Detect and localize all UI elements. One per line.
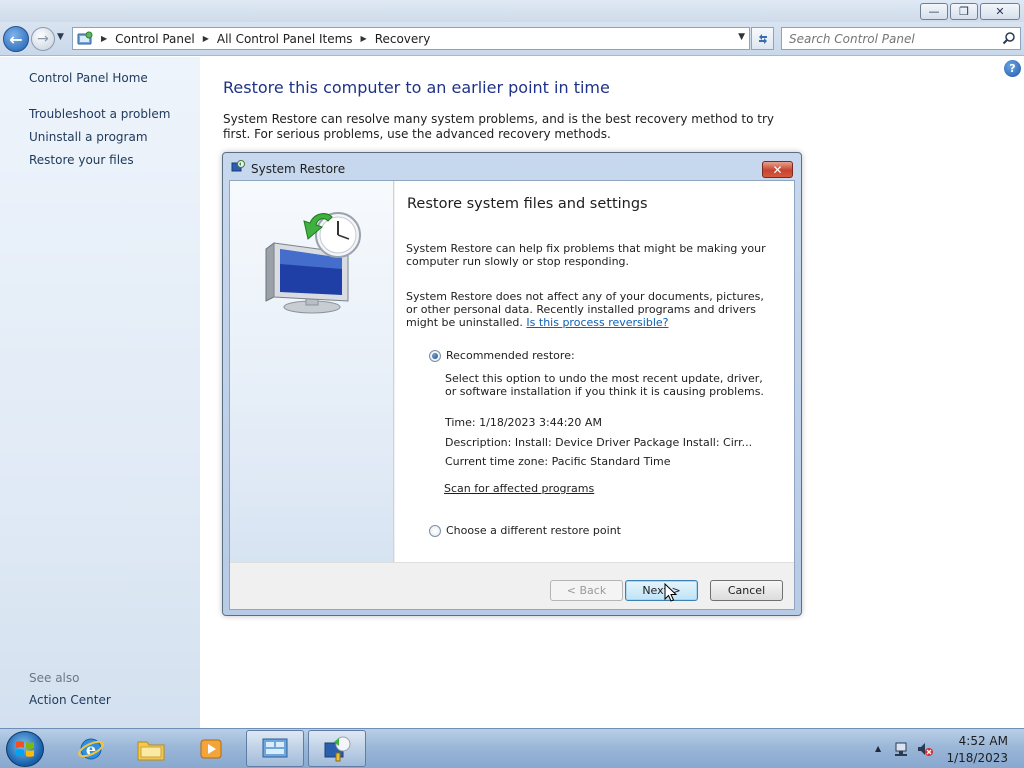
internet-explorer-icon: e — [78, 738, 104, 759]
refresh-icon — [758, 33, 767, 44]
address-bar[interactable]: ▶ Control Panel ▶ All Control Panel Item… — [72, 27, 750, 50]
uninstall-program-link[interactable]: Uninstall a program — [29, 130, 148, 144]
help-icon[interactable]: ? — [1004, 60, 1021, 77]
restore-monitor-clock-icon — [265, 212, 361, 314]
radio-selected-dot — [432, 352, 438, 359]
reversible-link[interactable]: Is this process reversible? — [526, 316, 668, 329]
folder-icon — [137, 741, 165, 760]
clock-time[interactable]: 4:52 AM — [959, 734, 1008, 748]
different-restore-point-option[interactable]: Choose a different restore point — [429, 524, 621, 537]
clock-date[interactable]: 1/18/2023 — [946, 751, 1008, 765]
recommended-restore-description: Select this option to undo the most rece… — [445, 372, 764, 398]
windows-logo-icon — [16, 741, 34, 757]
network-icon[interactable] — [894, 741, 910, 757]
dialog-client-area: Restore system files and settings System… — [229, 180, 795, 610]
left-task-pane: Control Panel Home Troubleshoot a proble… — [0, 57, 200, 728]
search-input[interactable] — [789, 31, 999, 46]
breadcrumb-recovery[interactable]: Recovery — [375, 32, 431, 46]
show-hidden-icons-button[interactable]: ▲ — [875, 744, 881, 753]
dialog-title: System Restore — [251, 161, 346, 176]
different-restore-point-label[interactable]: Choose a different restore point — [446, 524, 621, 537]
intro-paragraph: System Restore can help fix problems tha… — [406, 242, 766, 268]
control-panel-home-link[interactable]: Control Panel Home — [29, 71, 148, 85]
navigation-bar: ← → ▼ ▶ Control Panel ▶ All Control Pane… — [0, 22, 1024, 56]
breadcrumb-chevron-icon[interactable]: ▶ — [101, 34, 107, 43]
see-also-label: See also — [29, 671, 80, 685]
taskbar-windows-explorer[interactable] — [122, 730, 180, 767]
breadcrumb-chevron-icon[interactable]: ▶ — [203, 34, 209, 43]
back-button-disabled[interactable]: < Back — [550, 580, 623, 601]
media-player-icon — [200, 739, 222, 758]
page-description: System Restore can resolve many system p… — [223, 112, 775, 141]
restore-files-link[interactable]: Restore your files — [29, 153, 134, 167]
taskbar-media-player[interactable] — [182, 730, 240, 767]
recent-pages-dropdown[interactable]: ▼ — [57, 32, 64, 42]
page-title: Restore this computer to an earlier poin… — [223, 78, 610, 97]
mouse-cursor-icon — [664, 583, 678, 602]
data-safety-paragraph: System Restore does not affect any of yo… — [406, 290, 766, 329]
scan-affected-programs-link[interactable]: Scan for affected programs — [444, 482, 594, 495]
taskbar-control-panel[interactable] — [246, 730, 304, 767]
refresh-button[interactable] — [751, 27, 774, 50]
system-restore-taskbar-icon — [324, 736, 351, 761]
taskbar: e ▲ 4:52 AM 1/18/2023 — [0, 728, 1024, 768]
recommended-restore-label[interactable]: Recommended restore: — [446, 349, 575, 362]
back-button[interactable]: ← — [3, 26, 29, 52]
breadcrumb-control-panel[interactable]: Control Panel — [115, 32, 195, 46]
dialog-footer: < Back Next > Cancel — [230, 562, 794, 609]
restore-description: Description: Install: Device Driver Pack… — [445, 436, 753, 449]
breadcrumb-all-items[interactable]: All Control Panel Items — [217, 32, 353, 46]
maximize-button[interactable]: ❐ — [950, 3, 978, 20]
search-icon[interactable] — [1002, 31, 1016, 48]
troubleshoot-link[interactable]: Troubleshoot a problem — [29, 107, 170, 121]
control-panel-taskbar-icon — [262, 738, 288, 757]
window-titlebar: — ❐ ✕ — [0, 0, 1024, 22]
address-dropdown-icon[interactable]: ▼ — [738, 32, 745, 42]
different-restore-point-radio[interactable] — [429, 524, 441, 537]
restore-timezone: Current time zone: Pacific Standard Time — [445, 455, 671, 468]
dialog-heading: Restore system files and settings — [407, 196, 648, 212]
minimize-button[interactable]: — — [920, 3, 948, 20]
cancel-button[interactable]: Cancel — [710, 580, 783, 601]
recommended-restore-option[interactable]: Recommended restore: — [429, 349, 575, 362]
dialog-body: Restore system files and settings System… — [395, 181, 794, 562]
system-tray: ▲ 4:52 AM 1/18/2023 — [864, 729, 1024, 768]
close-button[interactable]: ✕ — [980, 3, 1020, 20]
dialog-close-button[interactable]: ✕ — [762, 161, 793, 178]
forward-button[interactable]: → — [31, 27, 55, 51]
search-box[interactable] — [781, 27, 1021, 50]
next-button[interactable]: Next > — [625, 580, 698, 601]
action-center-link[interactable]: Action Center — [29, 693, 111, 707]
breadcrumb-chevron-icon[interactable]: ▶ — [361, 34, 367, 43]
dialog-side-panel — [230, 181, 394, 562]
system-restore-dialog: System Restore ✕ Restore system files an… — [222, 152, 802, 616]
window-controls: — ❐ ✕ — [920, 3, 1020, 20]
recommended-restore-radio[interactable] — [429, 349, 441, 362]
system-restore-icon — [231, 160, 245, 177]
taskbar-system-restore[interactable] — [308, 730, 366, 767]
taskbar-internet-explorer[interactable]: e — [62, 730, 120, 767]
volume-muted-icon[interactable] — [916, 741, 934, 757]
dialog-titlebar: System Restore — [231, 160, 345, 177]
control-panel-icon — [77, 31, 93, 47]
restore-time: Time: 1/18/2023 3:44:20 AM — [445, 416, 602, 429]
start-button[interactable] — [6, 731, 44, 767]
